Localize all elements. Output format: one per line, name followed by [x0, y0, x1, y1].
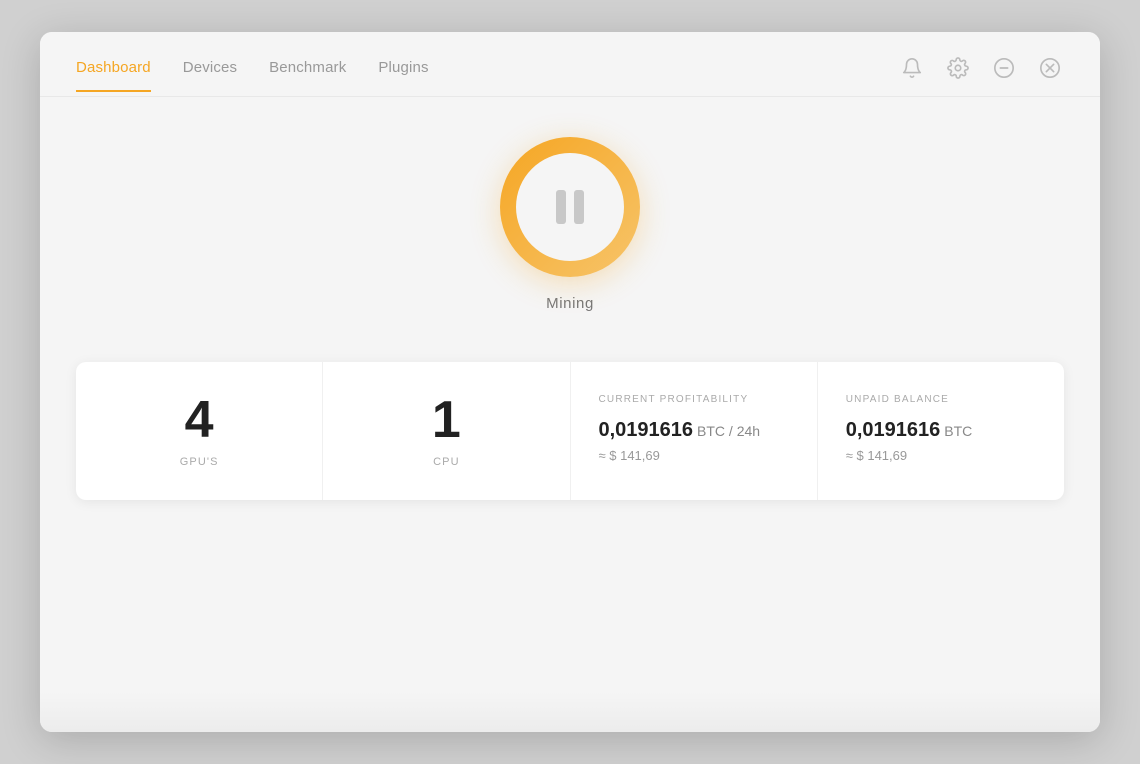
profitability-value: 0,0191616BTC / 24h	[599, 419, 761, 442]
gpu-count: 4	[185, 394, 214, 446]
mining-toggle-button[interactable]	[500, 137, 640, 277]
balance-card: UNPAID BALANCE 0,0191616BTC ≈ $ 141,69	[818, 362, 1064, 500]
nav-item-devices[interactable]: Devices	[183, 59, 237, 92]
profitability-unit: BTC / 24h	[697, 423, 760, 439]
bell-icon[interactable]	[898, 54, 926, 82]
stats-row: 4 GPU'S 1 CPU CURRENT PROFITABILITY 0,01…	[76, 362, 1064, 500]
balance-approx: ≈ $ 141,69	[846, 448, 907, 463]
nav-item-plugins[interactable]: Plugins	[378, 59, 428, 92]
nav-item-benchmark[interactable]: Benchmark	[269, 59, 346, 92]
app-window: Dashboard Devices Benchmark Plugins	[40, 32, 1100, 732]
pause-bar-left	[556, 190, 566, 224]
pause-bar-right	[574, 190, 584, 224]
profitability-card: CURRENT PROFITABILITY 0,0191616BTC / 24h…	[571, 362, 818, 500]
gpu-card: 4 GPU'S	[76, 362, 323, 500]
cpu-card: 1 CPU	[323, 362, 570, 500]
minimize-icon[interactable]	[990, 54, 1018, 82]
balance-title: UNPAID BALANCE	[846, 394, 949, 405]
cpu-count: 1	[432, 394, 461, 446]
main-content: Mining 4 GPU'S 1 CPU CURRENT PROFITABILI…	[40, 97, 1100, 692]
balance-unit: BTC	[944, 423, 972, 439]
nav-right	[898, 54, 1064, 96]
bottom-fade	[40, 692, 1100, 732]
pause-icon	[556, 190, 584, 224]
nav-left: Dashboard Devices Benchmark Plugins	[76, 59, 429, 92]
balance-value: 0,0191616BTC	[846, 419, 973, 442]
mining-btn-inner	[516, 153, 624, 261]
close-icon[interactable]	[1036, 54, 1064, 82]
nav-bar: Dashboard Devices Benchmark Plugins	[40, 32, 1100, 96]
profitability-title: CURRENT PROFITABILITY	[599, 394, 749, 405]
nav-item-dashboard[interactable]: Dashboard	[76, 59, 151, 92]
gpu-label: GPU'S	[180, 456, 219, 468]
gear-icon[interactable]	[944, 54, 972, 82]
mining-status-label: Mining	[546, 295, 594, 312]
mining-section: Mining	[500, 137, 640, 312]
cpu-label: CPU	[433, 456, 460, 468]
profitability-approx: ≈ $ 141,69	[599, 448, 660, 463]
